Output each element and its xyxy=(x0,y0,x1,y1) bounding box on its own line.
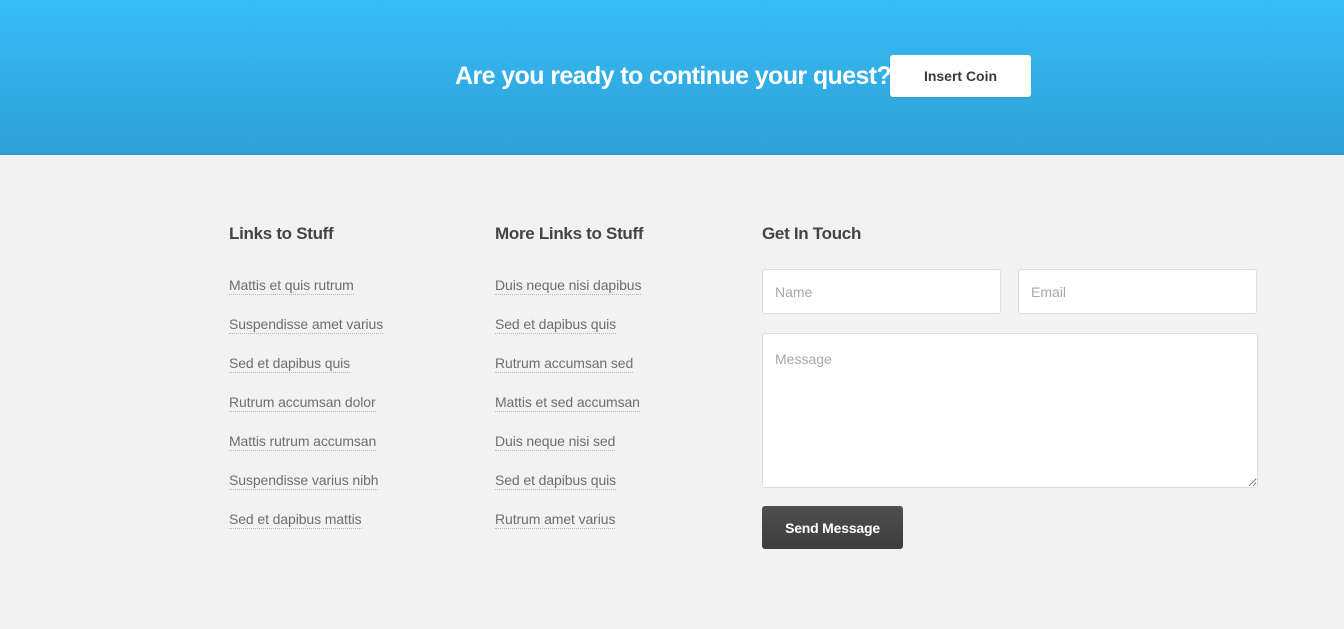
list-item: Duis neque nisi sed xyxy=(495,432,725,471)
links-column-1: Links to Stuff Mattis et quis rutrum Sus… xyxy=(229,222,459,549)
name-input[interactable] xyxy=(762,269,1001,314)
list-item: Sed et dapibus mattis xyxy=(229,510,459,549)
list-item: Suspendisse varius nibh xyxy=(229,471,459,510)
form-row xyxy=(762,269,1258,314)
footer-link[interactable]: Mattis et sed accumsan xyxy=(495,394,640,412)
footer-link[interactable]: Sed et dapibus quis xyxy=(495,316,616,334)
list-item: Mattis et sed accumsan xyxy=(495,393,725,432)
list-item: Sed et dapibus quis xyxy=(495,315,725,354)
column-heading: Links to Stuff xyxy=(229,224,334,243)
list-item: Mattis rutrum accumsan xyxy=(229,432,459,471)
list-item: Rutrum accumsan dolor xyxy=(229,393,459,432)
list-item: Sed et dapibus quis xyxy=(229,354,459,393)
footer-link[interactable]: Duis neque nisi sed xyxy=(495,433,615,451)
list-item: Sed et dapibus quis xyxy=(495,471,725,510)
list-item: Duis neque nisi dapibus xyxy=(495,276,725,315)
message-textarea[interactable] xyxy=(762,333,1258,488)
footer-link[interactable]: Mattis rutrum accumsan xyxy=(229,433,376,451)
links-column-2: More Links to Stuff Duis neque nisi dapi… xyxy=(495,222,725,549)
cta-title: Are you ready to continue your quest? xyxy=(455,62,892,90)
send-message-button[interactable]: Send Message xyxy=(762,506,903,549)
footer-link[interactable]: Mattis et quis rutrum xyxy=(229,277,354,295)
contact-column: Get In Touch Send Message xyxy=(762,222,1258,549)
footer-link[interactable]: Rutrum accumsan dolor xyxy=(229,394,376,412)
list-item: Mattis et quis rutrum xyxy=(229,276,459,315)
cta-banner: Are you ready to continue your quest? In… xyxy=(0,0,1344,155)
footer: Links to Stuff Mattis et quis rutrum Sus… xyxy=(0,155,1344,629)
footer-link[interactable]: Rutrum accumsan sed xyxy=(495,355,633,373)
link-list: Mattis et quis rutrum Suspendisse amet v… xyxy=(229,276,459,549)
list-item: Rutrum amet varius xyxy=(495,510,725,549)
footer-link[interactable]: Sed et dapibus quis xyxy=(229,355,350,373)
column-heading: More Links to Stuff xyxy=(495,224,644,243)
contact-heading: Get In Touch xyxy=(762,224,862,243)
email-input[interactable] xyxy=(1018,269,1257,314)
insert-coin-button[interactable]: Insert Coin xyxy=(890,55,1031,97)
footer-link[interactable]: Suspendisse amet varius xyxy=(229,316,383,334)
list-item: Suspendisse amet varius xyxy=(229,315,459,354)
footer-link[interactable]: Suspendisse varius nibh xyxy=(229,472,379,490)
link-list: Duis neque nisi dapibus Sed et dapibus q… xyxy=(495,276,725,549)
footer-link[interactable]: Sed et dapibus mattis xyxy=(229,511,362,529)
footer-link[interactable]: Rutrum amet varius xyxy=(495,511,615,529)
list-item: Rutrum accumsan sed xyxy=(495,354,725,393)
footer-link[interactable]: Sed et dapibus quis xyxy=(495,472,616,490)
footer-link[interactable]: Duis neque nisi dapibus xyxy=(495,277,641,295)
